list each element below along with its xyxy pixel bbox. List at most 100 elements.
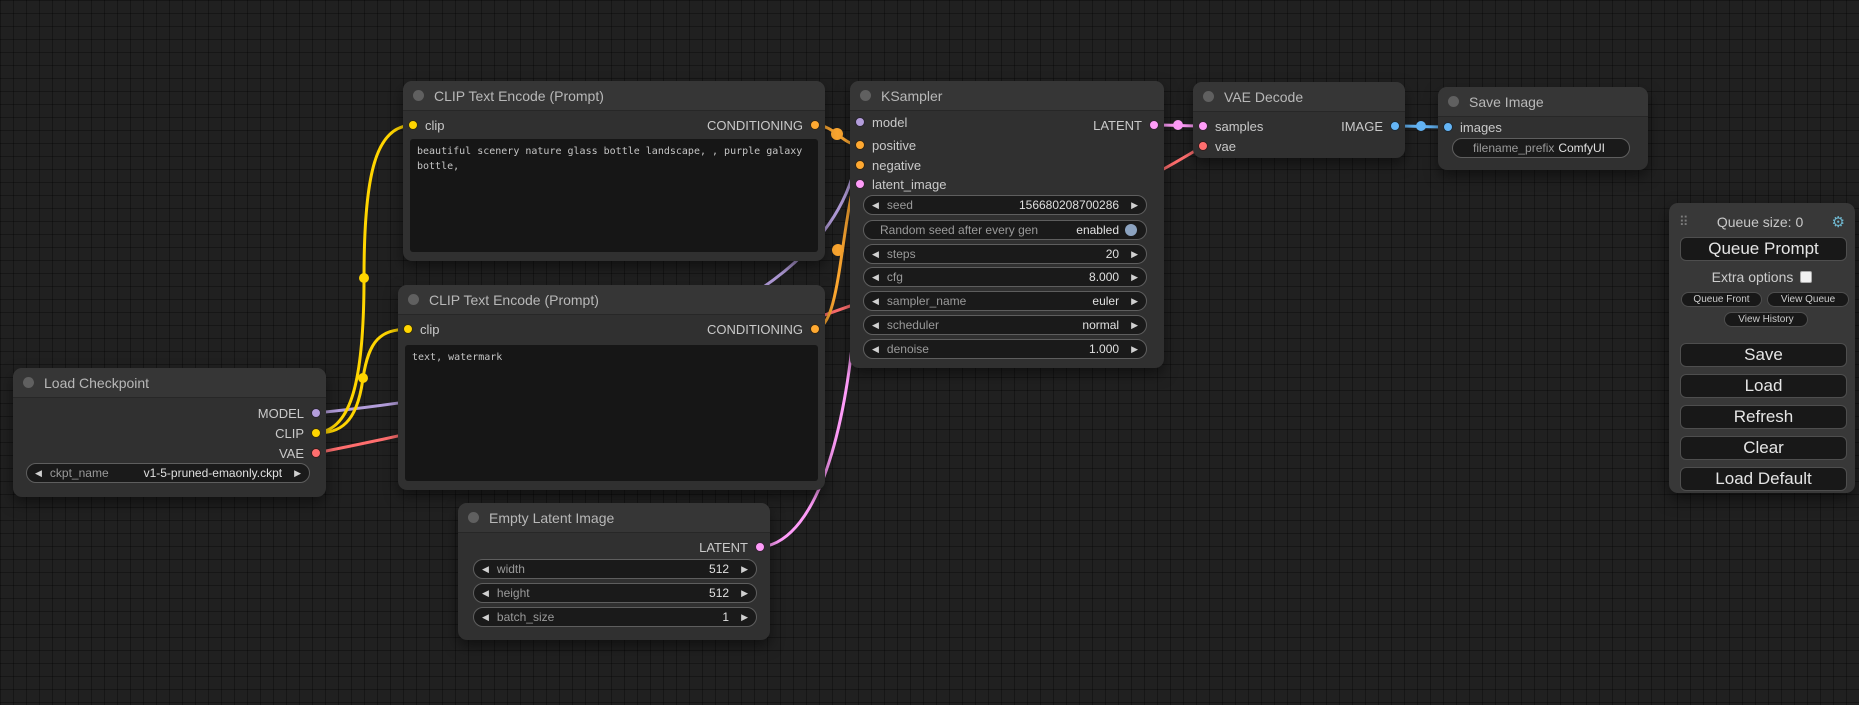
- vae-slot-dot[interactable]: [1198, 141, 1208, 151]
- collapse-dot-icon[interactable]: [860, 90, 871, 101]
- conditioning-slot-dot[interactable]: [855, 140, 865, 150]
- node-vae-decode[interactable]: VAE Decode samples vae IMAGE: [1193, 82, 1405, 158]
- negative-prompt-textarea[interactable]: text, watermark: [405, 345, 818, 481]
- node-clip-text-encode-positive[interactable]: CLIP Text Encode (Prompt) clip CONDITION…: [403, 81, 825, 261]
- conditioning-slot-dot[interactable]: [810, 324, 820, 334]
- increment-icon[interactable]: ▶: [741, 613, 748, 622]
- decrement-icon[interactable]: ◀: [482, 565, 489, 574]
- node-graph-canvas[interactable]: Load Checkpoint MODEL CLIP VAE ◀ ckpt_na…: [0, 0, 1859, 705]
- node-load-checkpoint[interactable]: Load Checkpoint MODEL CLIP VAE ◀ ckpt_na…: [13, 368, 326, 497]
- decrement-icon[interactable]: ◀: [872, 297, 879, 306]
- batch-size-widget[interactable]: ◀ batch_size 1 ▶: [473, 607, 757, 627]
- vae-slot-dot[interactable]: [311, 448, 321, 458]
- refresh-button[interactable]: Refresh: [1680, 405, 1847, 429]
- collapse-dot-icon[interactable]: [23, 377, 34, 388]
- settings-gear-icon[interactable]: ⚙: [1832, 213, 1845, 231]
- increment-icon[interactable]: ▶: [1131, 321, 1138, 330]
- height-widget[interactable]: ◀ height 512 ▶: [473, 583, 757, 603]
- ckpt-name-widget[interactable]: ◀ ckpt_name v1-5-pruned-emaonly.ckpt ▶: [26, 463, 310, 483]
- clip-slot-dot[interactable]: [403, 324, 413, 334]
- denoise-widget[interactable]: ◀ denoise 1.000 ▶: [863, 339, 1147, 359]
- collapse-dot-icon[interactable]: [408, 294, 419, 305]
- extra-options-checkbox[interactable]: [1800, 271, 1812, 283]
- filename-prefix-widget[interactable]: filename_prefix ComfyUI: [1452, 138, 1630, 158]
- output-slot-vae[interactable]: VAE: [279, 445, 321, 461]
- scheduler-widget[interactable]: ◀ scheduler normal ▶: [863, 315, 1147, 335]
- steps-widget[interactable]: ◀ steps 20 ▶: [863, 244, 1147, 264]
- random-seed-toggle-widget[interactable]: Random seed after every gen enabled: [863, 220, 1147, 240]
- model-slot-dot[interactable]: [855, 117, 865, 127]
- increment-icon[interactable]: ▶: [741, 565, 748, 574]
- clear-button[interactable]: Clear: [1680, 436, 1847, 460]
- increment-icon[interactable]: ▶: [1131, 297, 1138, 306]
- increment-icon[interactable]: ▶: [741, 589, 748, 598]
- increment-icon[interactable]: ▶: [1131, 201, 1138, 210]
- input-slot-negative[interactable]: negative: [855, 157, 921, 173]
- drag-handle-icon[interactable]: ⠿: [1679, 214, 1689, 230]
- increment-icon[interactable]: ▶: [294, 469, 301, 478]
- view-history-button[interactable]: View History: [1724, 312, 1808, 327]
- toggle-icon[interactable]: [1125, 224, 1137, 236]
- view-queue-button[interactable]: View Queue: [1767, 292, 1849, 307]
- input-slot-clip[interactable]: clip: [408, 117, 445, 133]
- latent-slot-dot[interactable]: [1198, 121, 1208, 131]
- input-slot-images[interactable]: images: [1443, 119, 1502, 135]
- model-slot-dot[interactable]: [311, 408, 321, 418]
- queue-prompt-button[interactable]: Queue Prompt: [1680, 237, 1847, 261]
- node-title-bar[interactable]: KSampler: [850, 81, 1164, 111]
- conditioning-slot-dot[interactable]: [855, 160, 865, 170]
- cfg-widget[interactable]: ◀ cfg 8.000 ▶: [863, 267, 1147, 287]
- latent-slot-dot[interactable]: [755, 542, 765, 552]
- clip-slot-dot[interactable]: [408, 120, 418, 130]
- seed-widget[interactable]: ◀ seed 156680208700286 ▶: [863, 195, 1147, 215]
- image-slot-dot[interactable]: [1443, 122, 1453, 132]
- collapse-dot-icon[interactable]: [413, 90, 424, 101]
- load-button[interactable]: Load: [1680, 374, 1847, 398]
- increment-icon[interactable]: ▶: [1131, 250, 1138, 259]
- input-slot-clip[interactable]: clip: [403, 321, 440, 337]
- node-empty-latent-image[interactable]: Empty Latent Image LATENT ◀ width 512 ▶ …: [458, 503, 770, 640]
- width-widget[interactable]: ◀ width 512 ▶: [473, 559, 757, 579]
- increment-icon[interactable]: ▶: [1131, 345, 1138, 354]
- collapse-dot-icon[interactable]: [1448, 96, 1459, 107]
- input-slot-latent-image[interactable]: latent_image: [855, 176, 946, 192]
- load-default-button[interactable]: Load Default: [1680, 467, 1847, 491]
- latent-slot-dot[interactable]: [855, 179, 865, 189]
- node-title-bar[interactable]: Load Checkpoint: [13, 368, 326, 398]
- node-title-bar[interactable]: Save Image: [1438, 87, 1648, 117]
- input-slot-model[interactable]: model: [855, 114, 907, 130]
- input-slot-samples[interactable]: samples: [1198, 118, 1263, 134]
- collapse-dot-icon[interactable]: [468, 512, 479, 523]
- output-slot-image[interactable]: IMAGE: [1341, 118, 1400, 134]
- sampler-name-widget[interactable]: ◀ sampler_name euler ▶: [863, 291, 1147, 311]
- output-slot-clip[interactable]: CLIP: [275, 425, 321, 441]
- decrement-icon[interactable]: ◀: [872, 321, 879, 330]
- node-title-bar[interactable]: CLIP Text Encode (Prompt): [398, 285, 825, 315]
- decrement-icon[interactable]: ◀: [482, 613, 489, 622]
- collapse-dot-icon[interactable]: [1203, 91, 1214, 102]
- positive-prompt-textarea[interactable]: beautiful scenery nature glass bottle la…: [410, 139, 818, 252]
- input-slot-positive[interactable]: positive: [855, 137, 916, 153]
- output-slot-model[interactable]: MODEL: [258, 405, 321, 421]
- queue-front-button[interactable]: Queue Front: [1681, 292, 1762, 307]
- clip-slot-dot[interactable]: [311, 428, 321, 438]
- decrement-icon[interactable]: ◀: [872, 345, 879, 354]
- decrement-icon[interactable]: ◀: [872, 201, 879, 210]
- output-slot-latent[interactable]: LATENT: [1093, 117, 1159, 133]
- output-slot-conditioning[interactable]: CONDITIONING: [707, 117, 820, 133]
- decrement-icon[interactable]: ◀: [482, 589, 489, 598]
- node-clip-text-encode-negative[interactable]: CLIP Text Encode (Prompt) clip CONDITION…: [398, 285, 825, 490]
- node-save-image[interactable]: Save Image images filename_prefix ComfyU…: [1438, 87, 1648, 170]
- output-slot-conditioning[interactable]: CONDITIONING: [707, 321, 820, 337]
- decrement-icon[interactable]: ◀: [35, 469, 42, 478]
- increment-icon[interactable]: ▶: [1131, 273, 1138, 282]
- node-title-bar[interactable]: CLIP Text Encode (Prompt): [403, 81, 825, 111]
- decrement-icon[interactable]: ◀: [872, 250, 879, 259]
- node-title-bar[interactable]: VAE Decode: [1193, 82, 1405, 112]
- image-slot-dot[interactable]: [1390, 121, 1400, 131]
- node-ksampler[interactable]: KSampler model positive negative latent_…: [850, 81, 1164, 368]
- node-title-bar[interactable]: Empty Latent Image: [458, 503, 770, 533]
- input-slot-vae[interactable]: vae: [1198, 138, 1236, 154]
- save-button[interactable]: Save: [1680, 343, 1847, 367]
- conditioning-slot-dot[interactable]: [810, 120, 820, 130]
